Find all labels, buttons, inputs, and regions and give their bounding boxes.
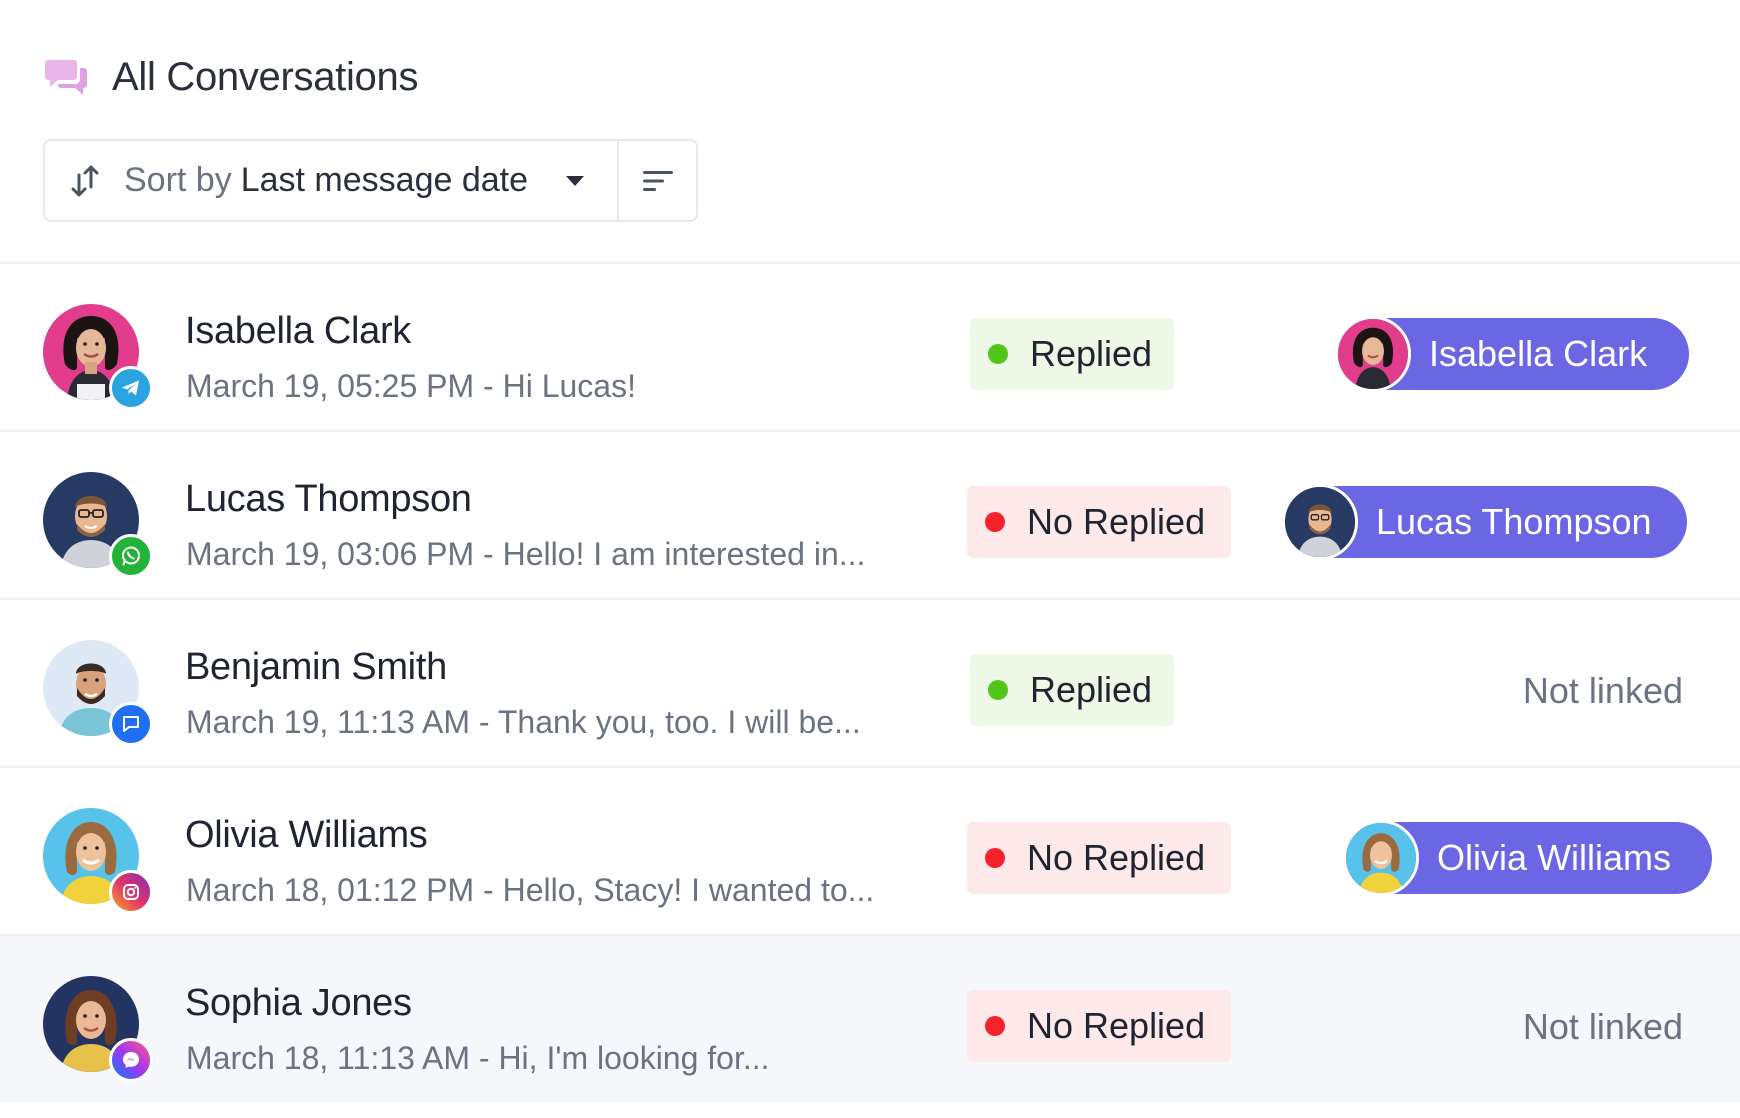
chat-bubbles-icon: [45, 60, 87, 95]
status-dot: [985, 848, 1005, 868]
filter-lines-icon: [642, 170, 673, 191]
status-badge: No Replied: [967, 486, 1231, 558]
status-badge: Replied: [970, 318, 1174, 390]
avatar: [1343, 820, 1419, 896]
status-badge: Replied: [970, 654, 1174, 726]
linked-contact-name: Olivia Williams: [1437, 837, 1671, 878]
contact-name: Sophia Jones: [185, 982, 412, 1024]
sort-dropdown[interactable]: Sort by Last message date: [45, 141, 619, 220]
status-badge: No Replied: [967, 822, 1231, 894]
conversation-row[interactable]: Lucas Thompson March 19, 03:06 PM - Hell…: [0, 430, 1740, 598]
instagram-icon: [109, 870, 153, 914]
messenger-icon: [109, 1038, 153, 1082]
message-preview: March 19, 11:13 AM - Thank you, too. I w…: [186, 704, 861, 740]
contact-name: Isabella Clark: [185, 310, 412, 352]
status-dot: [985, 512, 1005, 532]
conversation-row[interactable]: Isabella Clark March 19, 05:25 PM - Hi L…: [0, 262, 1740, 430]
page-title: All Conversations: [112, 54, 419, 99]
page-header: All Conversations: [44, 52, 418, 102]
avatar: [43, 304, 153, 414]
avatar: [43, 808, 153, 918]
sort-arrows-icon: [71, 165, 99, 196]
chat-message-icon: [109, 702, 153, 746]
linked-contact-pill[interactable]: Lucas Thompson: [1282, 484, 1687, 560]
filter-button[interactable]: [619, 141, 696, 220]
linked-contact-pill[interactable]: Isabella Clark: [1335, 316, 1689, 392]
avatar: [43, 640, 153, 750]
linked-contact-pill[interactable]: Olivia Williams: [1343, 820, 1712, 896]
conversation-row[interactable]: Sophia Jones March 18, 11:13 AM - Hi, I'…: [0, 934, 1740, 1102]
sort-value: Last message date: [240, 161, 529, 199]
avatar: [1335, 316, 1411, 392]
status-label: No Replied: [1027, 501, 1206, 542]
message-preview: March 18, 01:12 PM - Hello, Stacy! I wan…: [186, 872, 875, 908]
status-label: No Replied: [1027, 837, 1206, 878]
sort-toolbar: Sort by Last message date: [43, 139, 698, 222]
status-label: No Replied: [1027, 1005, 1206, 1046]
message-preview: March 19, 05:25 PM - Hi Lucas!: [186, 368, 636, 404]
status-label: Replied: [1030, 333, 1153, 374]
sort-prefix-label: Sort by: [124, 161, 232, 199]
avatar: [43, 472, 153, 582]
status-dot: [985, 1016, 1005, 1036]
conversation-list: Isabella Clark March 19, 05:25 PM - Hi L…: [0, 262, 1740, 1102]
message-preview: March 19, 03:06 PM - Hello! I am interes…: [186, 536, 866, 572]
chevron-down-icon: [566, 175, 585, 186]
whatsapp-icon: [109, 534, 153, 578]
avatar: [1282, 484, 1358, 560]
avatar: [43, 976, 153, 1086]
linked-contact-name: Isabella Clark: [1429, 333, 1648, 374]
telegram-icon: [109, 366, 153, 410]
not-linked-label: Not linked: [1522, 670, 1683, 711]
status-dot: [988, 344, 1008, 364]
message-preview: March 18, 11:13 AM - Hi, I'm looking for…: [186, 1040, 770, 1076]
conversation-row[interactable]: Olivia Williams March 18, 01:12 PM - Hel…: [0, 766, 1740, 934]
not-linked-label: Not linked: [1522, 1006, 1683, 1047]
conversation-row[interactable]: Benjamin Smith March 19, 11:13 AM - Than…: [0, 598, 1740, 766]
contact-name: Benjamin Smith: [185, 646, 447, 688]
contact-name: Lucas Thompson: [185, 478, 472, 520]
status-badge: No Replied: [967, 990, 1231, 1062]
status-label: Replied: [1030, 669, 1153, 710]
linked-contact-name: Lucas Thompson: [1376, 501, 1652, 542]
status-dot: [988, 680, 1008, 700]
contact-name: Olivia Williams: [185, 814, 428, 856]
